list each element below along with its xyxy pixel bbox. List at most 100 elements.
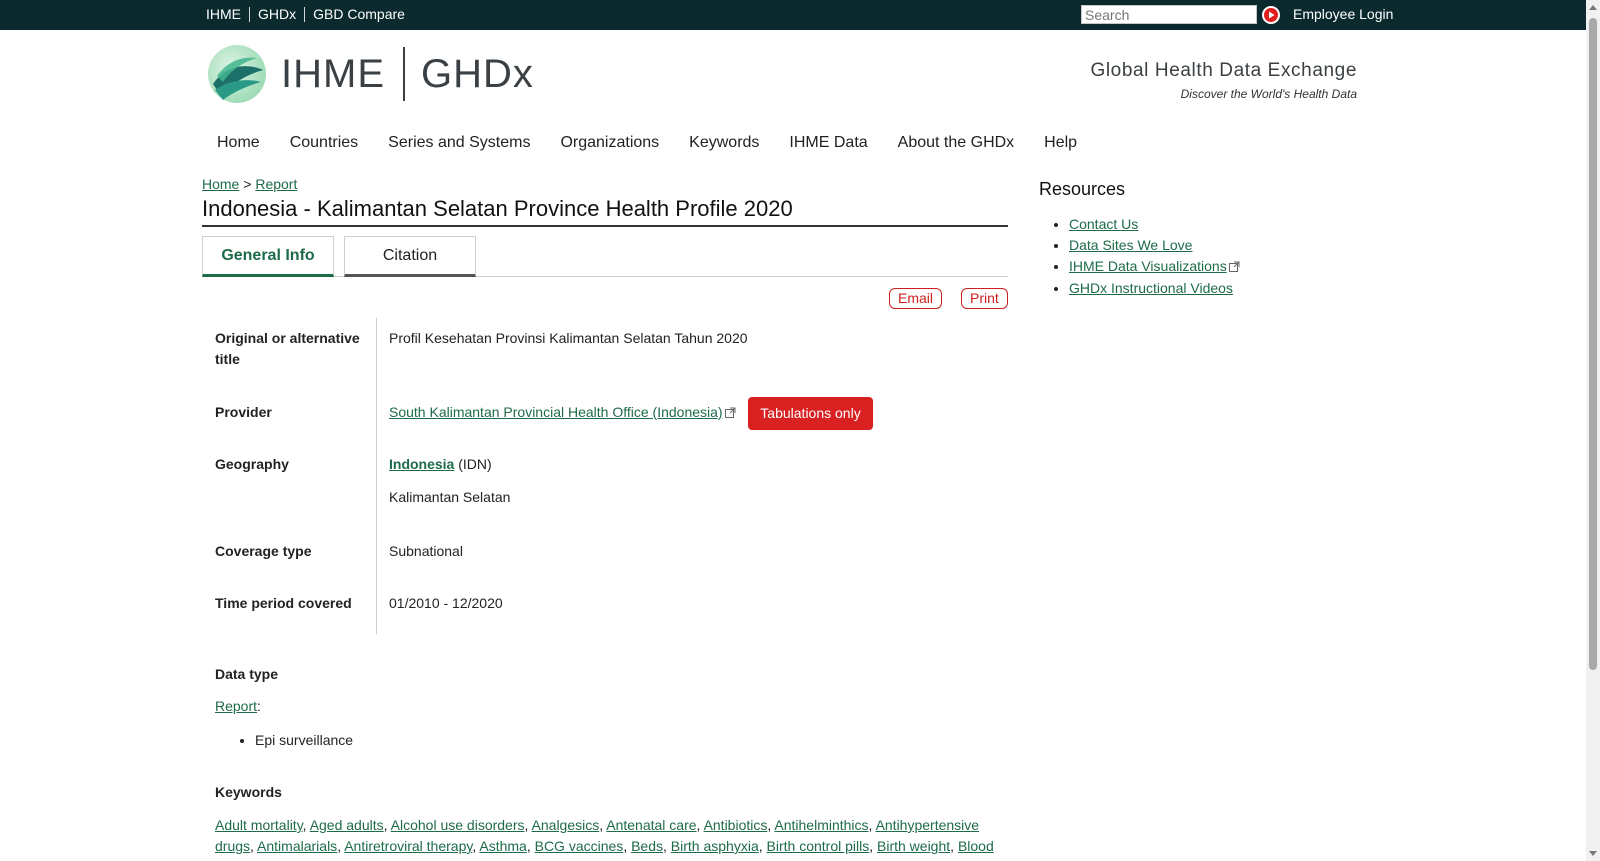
top-link-ghdx[interactable]: GHDx bbox=[258, 6, 296, 22]
resources-list: Contact Us Data Sites We Love IHME Data … bbox=[1049, 214, 1240, 299]
keyword-link[interactable]: Birth asphyxia bbox=[671, 838, 759, 854]
keyword-separator: , bbox=[758, 838, 767, 854]
data-type-row: Report: bbox=[215, 698, 261, 714]
keyword-link[interactable]: Antiretroviral therapy bbox=[344, 838, 472, 854]
resource-ihme-viz[interactable]: IHME Data Visualizations bbox=[1069, 258, 1227, 274]
nav-ihme-data[interactable]: IHME Data bbox=[774, 134, 882, 152]
external-link-icon bbox=[1228, 257, 1240, 278]
keyword-link[interactable]: Alcohol use disorders bbox=[391, 817, 525, 833]
original-title-value: Profil Kesehatan Provinsi Kalimantan Sel… bbox=[389, 330, 748, 346]
data-type-list: Epi surveillance bbox=[235, 732, 353, 748]
top-bar: IHME GHDx GBD Compare Employee Login bbox=[0, 0, 1586, 30]
breadcrumb: Home > Report bbox=[202, 176, 297, 192]
resource-videos[interactable]: GHDx Instructional Videos bbox=[1069, 280, 1233, 296]
coverage-type-value: Subnational bbox=[389, 543, 463, 559]
keyword-separator: , bbox=[526, 838, 535, 854]
tagline-title: Global Health Data Exchange bbox=[1090, 60, 1357, 81]
resource-item: GHDx Instructional Videos bbox=[1069, 278, 1240, 299]
provider-label: Provider bbox=[215, 404, 272, 420]
logo-ihme-text: IHME bbox=[281, 51, 385, 96]
tab-citation[interactable]: Citation bbox=[344, 236, 476, 277]
logo-divider bbox=[403, 47, 405, 101]
site-logo[interactable]: IHME GHDx bbox=[207, 44, 534, 104]
nav-about-ghdx[interactable]: About the GHDx bbox=[883, 134, 1030, 152]
provider-link[interactable]: South Kalimantan Provincial Health Offic… bbox=[389, 404, 723, 420]
search-input[interactable] bbox=[1081, 5, 1257, 24]
keyword-link[interactable]: Birth control pills bbox=[767, 838, 870, 854]
nav-home[interactable]: Home bbox=[202, 134, 275, 152]
top-link-separator bbox=[249, 6, 250, 22]
breadcrumb-report[interactable]: Report bbox=[255, 176, 297, 192]
original-title-label: Original or alternative title bbox=[215, 330, 360, 367]
top-link-ihme[interactable]: IHME bbox=[206, 6, 241, 22]
time-period-value: 01/2010 - 12/2020 bbox=[389, 595, 503, 611]
keyword-separator: , bbox=[950, 838, 958, 854]
time-period-label: Time period covered bbox=[215, 595, 352, 611]
keyword-link[interactable]: Antihelminthics bbox=[774, 817, 868, 833]
employee-login-link[interactable]: Employee Login bbox=[1293, 6, 1393, 22]
coverage-type-label: Coverage type bbox=[215, 543, 312, 559]
email-button[interactable]: Email bbox=[889, 288, 943, 309]
provider-value: South Kalimantan Provincial Health Offic… bbox=[389, 402, 736, 424]
logo-ghdx-text: GHDx bbox=[421, 51, 534, 96]
keyword-separator: , bbox=[302, 817, 310, 833]
nav-help[interactable]: Help bbox=[1029, 134, 1092, 152]
keyword-separator: , bbox=[623, 838, 632, 854]
top-link-separator bbox=[304, 6, 306, 22]
tabulations-only-badge: Tabulations only bbox=[748, 397, 873, 430]
resources-heading: Resources bbox=[1039, 179, 1126, 199]
resource-item: Data Sites We Love bbox=[1069, 235, 1240, 256]
data-type-item: Epi surveillance bbox=[255, 732, 353, 748]
ihme-leaf-logo-icon bbox=[208, 45, 266, 103]
breadcrumb-separator: > bbox=[243, 176, 252, 192]
keyword-link[interactable]: Antibiotics bbox=[704, 817, 768, 833]
tab-general-info[interactable]: General Info bbox=[202, 236, 334, 277]
keyword-link[interactable]: Blood bbox=[958, 838, 994, 854]
resource-item: Contact Us bbox=[1069, 214, 1240, 235]
keyword-separator: , bbox=[663, 838, 671, 854]
keyword-link[interactable]: BCG vaccines bbox=[535, 838, 624, 854]
resource-item: IHME Data Visualizations bbox=[1069, 256, 1240, 278]
keyword-link[interactable]: Birth weight bbox=[877, 838, 950, 854]
keyword-separator: , bbox=[250, 838, 258, 854]
search-submit-icon[interactable] bbox=[1262, 6, 1280, 24]
keywords-list: Adult mortality, Aged adults, Alcohol us… bbox=[215, 815, 1005, 857]
page-scrollbar[interactable] bbox=[1586, 0, 1600, 861]
resource-contact-us[interactable]: Contact Us bbox=[1069, 216, 1138, 232]
breadcrumb-home[interactable]: Home bbox=[202, 176, 239, 192]
scroll-up-arrow-icon[interactable] bbox=[1589, 5, 1597, 10]
page-title: Indonesia - Kalimantan Selatan Province … bbox=[202, 196, 1008, 227]
print-button[interactable]: Print bbox=[961, 288, 1008, 309]
tagline-subtitle: Discover the World's Health Data bbox=[1180, 87, 1357, 101]
scroll-down-arrow-icon[interactable] bbox=[1589, 851, 1597, 856]
scrollbar-thumb[interactable] bbox=[1589, 18, 1597, 670]
keywords-heading: Keywords bbox=[215, 784, 282, 800]
geography-country-code: (IDN) bbox=[458, 456, 492, 472]
top-link-gbd-compare[interactable]: GBD Compare bbox=[313, 6, 405, 22]
resource-data-sites[interactable]: Data Sites We Love bbox=[1069, 237, 1192, 253]
keyword-link[interactable]: Aged adults bbox=[310, 817, 384, 833]
keyword-link[interactable]: Asthma bbox=[479, 838, 526, 854]
keyword-link[interactable]: Antimalarials bbox=[257, 838, 337, 854]
nav-keywords[interactable]: Keywords bbox=[674, 134, 774, 152]
keyword-link[interactable]: Adult mortality bbox=[215, 817, 303, 833]
data-type-report-link[interactable]: Report bbox=[215, 698, 257, 714]
external-link-icon bbox=[724, 403, 736, 424]
keyword-separator: , bbox=[524, 817, 532, 833]
keyword-separator: , bbox=[383, 817, 391, 833]
nav-series-and-systems[interactable]: Series and Systems bbox=[373, 134, 545, 152]
nav-organizations[interactable]: Organizations bbox=[545, 134, 674, 152]
geography-value: Indonesia (IDN) bbox=[389, 454, 492, 475]
keyword-link[interactable]: Beds bbox=[631, 838, 663, 854]
keyword-link[interactable]: Antenatal care bbox=[606, 817, 696, 833]
data-type-heading: Data type bbox=[215, 666, 279, 682]
top-links: IHME GHDx GBD Compare bbox=[206, 6, 405, 22]
keyword-separator: , bbox=[868, 817, 876, 833]
geography-country-link[interactable]: Indonesia bbox=[389, 456, 454, 472]
keyword-separator: , bbox=[869, 838, 877, 854]
geography-subnational: Kalimantan Selatan bbox=[389, 489, 511, 505]
nav-countries[interactable]: Countries bbox=[275, 134, 373, 152]
site-tagline: Global Health Data Exchange Discover the… bbox=[1090, 60, 1357, 101]
details-column-divider bbox=[376, 318, 377, 634]
keyword-link[interactable]: Analgesics bbox=[532, 817, 600, 833]
